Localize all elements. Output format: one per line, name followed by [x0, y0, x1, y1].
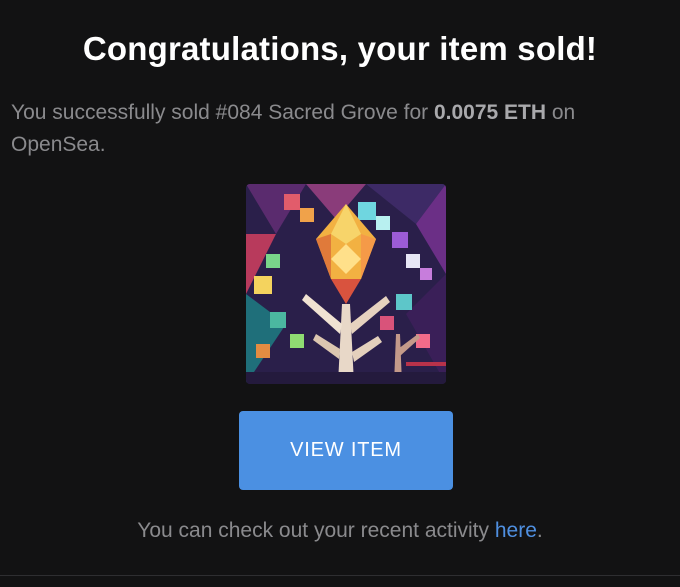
nft-image[interactable] — [246, 184, 446, 384]
sale-message: You successfully sold #084 Sacred Grove … — [11, 97, 651, 161]
page-title: Congratulations, your item sold! — [82, 30, 598, 67]
message-middle: for — [397, 101, 434, 124]
recent-activity-link[interactable]: here — [495, 519, 537, 542]
nft-artwork — [246, 184, 446, 384]
footer-prefix: You can check out your recent activity — [137, 519, 495, 542]
item-name: #084 Sacred Grove — [215, 101, 398, 124]
view-item-button[interactable]: VIEW ITEM — [239, 411, 453, 490]
bottom-divider — [0, 575, 680, 576]
sale-price: 0.0075 ETH — [433, 101, 547, 124]
recent-activity-text: You can check out your recent activity h… — [0, 516, 680, 546]
sale-notification-page: Congratulations, your item sold! You suc… — [0, 0, 680, 587]
message-prefix: You successfully sold — [11, 101, 216, 124]
footer-suffix: . — [536, 519, 543, 542]
